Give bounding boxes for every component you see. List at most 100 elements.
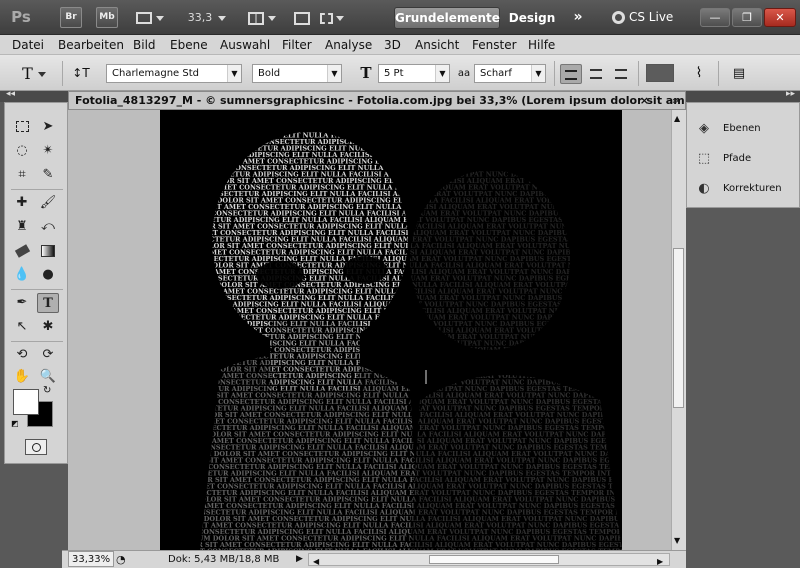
align-left-icon <box>565 70 577 80</box>
mini-bridge-button[interactable]: Mb <box>96 7 118 28</box>
adjustments-icon: ◐ <box>698 181 710 196</box>
more-workspaces-button[interactable]: » <box>568 7 588 28</box>
separator <box>554 61 555 86</box>
font-style-value: Bold <box>258 68 281 79</box>
panel-pfade[interactable]: ⬚ Pfade <box>687 145 799 173</box>
scroll-left-icon[interactable]: ◀ <box>313 553 319 568</box>
paths-icon: ⬚ <box>697 151 711 166</box>
bridge-button[interactable]: Br <box>60 7 82 28</box>
eraser-tool[interactable] <box>11 241 33 261</box>
warp-text-button[interactable]: ⌇ <box>688 64 710 83</box>
default-colors-icon[interactable]: ◩ <box>11 419 19 428</box>
minimize-button[interactable]: — <box>700 8 730 27</box>
foreground-color-swatch[interactable] <box>13 389 39 415</box>
character-panel-button[interactable]: ▤ <box>728 64 750 83</box>
clone-stamp-tool[interactable]: ♜ <box>11 217 33 237</box>
magic-wand-tool[interactable]: ✴ <box>37 141 59 161</box>
screen-mode-menu-button[interactable] <box>314 7 350 28</box>
zoom-level[interactable]: 33,3 <box>186 7 214 28</box>
move-tool[interactable]: ➤ <box>37 117 59 137</box>
dodge-icon: ● <box>42 267 54 282</box>
status-menu-icon[interactable]: ◔ <box>116 551 126 568</box>
arrange-documents-button[interactable] <box>244 7 280 28</box>
eyedropper-icon: ✎ <box>42 167 54 182</box>
hand-tool[interactable]: ✋ <box>11 367 33 387</box>
marquee-tool[interactable] <box>11 117 33 137</box>
font-size-select[interactable]: 5 Pt ▼ <box>378 64 450 83</box>
type-tool[interactable]: T <box>37 293 59 313</box>
collapse-toolbox-icon[interactable]: ◂◂ <box>6 89 15 99</box>
align-right-button[interactable] <box>610 64 632 83</box>
3d-orbit-tool[interactable]: ⟳ <box>37 345 59 365</box>
menu-datei[interactable]: Datei <box>12 35 44 55</box>
scroll-down-icon[interactable]: ▼ <box>674 536 680 545</box>
dodge-tool[interactable]: ● <box>37 265 59 285</box>
menu-fenster[interactable]: Fenster <box>472 35 517 55</box>
document-tab[interactable]: Fotolia_4813297_M - © sumnersgraphicsinc… <box>68 91 686 110</box>
font-style-select[interactable]: Bold ▼ <box>252 64 342 83</box>
crop-tool[interactable]: ⌗ <box>11 165 33 185</box>
close-button[interactable]: ✕ <box>764 8 796 27</box>
font-size-value: 5 Pt <box>384 68 404 79</box>
menu-bild[interactable]: Bild <box>133 35 156 55</box>
close-document-icon[interactable]: × <box>640 92 649 109</box>
expand-panels-icon[interactable]: ▸▸ <box>786 89 795 99</box>
tool-preset-picker[interactable]: T <box>18 64 50 83</box>
panel-korrekturen[interactable]: ◐ Korrekturen <box>687 175 799 203</box>
status-arrow-icon[interactable]: ▶ <box>296 551 303 568</box>
menu-auswahl[interactable]: Auswahl <box>220 35 270 55</box>
horizontal-scrollbar[interactable]: ◀ ▶ <box>308 553 670 566</box>
path-selection-tool[interactable]: ↖ <box>11 317 33 337</box>
gradient-tool[interactable] <box>37 241 59 261</box>
swap-colors-icon[interactable]: ↻ <box>43 385 51 396</box>
blur-tool[interactable]: 💧 <box>11 265 33 285</box>
vertical-scrollbar[interactable]: ▲ ▼ <box>671 110 686 550</box>
eyedropper-tool[interactable]: ✎ <box>37 165 59 185</box>
workspace-design-button[interactable]: Design <box>506 7 558 29</box>
anti-alias-select[interactable]: Scharf ▼ <box>474 64 546 83</box>
lasso-tool[interactable]: ◌ <box>11 141 33 161</box>
align-left-button[interactable] <box>560 64 582 84</box>
pen-tool[interactable]: ✒ <box>11 293 33 313</box>
quick-mask-button[interactable] <box>25 439 47 455</box>
menu-ansicht[interactable]: Ansicht <box>415 35 459 55</box>
3d-rotate-tool[interactable]: ⟲ <box>11 345 33 365</box>
menu-ebene[interactable]: Ebene <box>170 35 208 55</box>
cs-live-button[interactable]: CS Live <box>612 7 682 28</box>
zoom-dropdown[interactable] <box>216 7 228 28</box>
toggle-text-orientation-button[interactable]: ↕T <box>70 64 92 83</box>
history-brush-tool[interactable]: ⤺ <box>37 217 59 237</box>
scroll-right-icon[interactable]: ▶ <box>657 553 663 568</box>
warp-text-icon: ⌇ <box>695 65 703 81</box>
vertical-scroll-thumb[interactable] <box>673 248 684 408</box>
menu-filter[interactable]: Filter <box>282 35 312 55</box>
panel-menu-icon[interactable]: » <box>672 92 679 109</box>
screen-mode-button[interactable] <box>292 7 312 28</box>
healing-brush-tool[interactable]: ✚ <box>11 193 33 213</box>
restore-button[interactable]: ❐ <box>732 8 762 27</box>
align-center-button[interactable] <box>585 64 607 83</box>
workspace-grundelemente-button[interactable]: Grundelemente <box>394 7 500 29</box>
chevron-down-icon: ▼ <box>435 65 449 82</box>
align-right-icon <box>615 69 627 79</box>
font-size-icon: T <box>360 64 372 82</box>
custom-shape-tool[interactable]: ✱ <box>37 317 59 337</box>
text-color-swatch[interactable] <box>646 64 674 82</box>
zoom-tool[interactable]: 🔍 <box>37 367 59 387</box>
view-extras-button[interactable] <box>132 7 168 28</box>
panel-ebenen[interactable]: ◈ Ebenen <box>687 115 799 143</box>
menu-hilfe[interactable]: Hilfe <box>528 35 555 55</box>
scroll-up-icon[interactable]: ▲ <box>674 114 680 123</box>
font-family-select[interactable]: Charlemagne Std ▼ <box>106 64 242 83</box>
menu-3d[interactable]: 3D <box>384 35 401 55</box>
quick-mask-icon <box>31 443 41 452</box>
application-bar: Ps Br Mb 33,3 Grundelemente Design » CS … <box>0 0 800 35</box>
menu-bearbeiten[interactable]: Bearbeiten <box>58 35 124 55</box>
chevron-down-icon <box>267 15 276 21</box>
brush-tool[interactable]: 🖌 <box>37 193 59 213</box>
document-canvas[interactable]: LOREM IPSUM DOLOR SIT AMET CONSECTETUR A… <box>160 110 622 550</box>
horizontal-scroll-thumb[interactable] <box>429 555 559 564</box>
status-zoom[interactable]: 33,33% <box>68 551 115 567</box>
menu-analyse[interactable]: Analyse <box>325 35 372 55</box>
panel-korrekturen-label: Korrekturen <box>723 183 782 194</box>
